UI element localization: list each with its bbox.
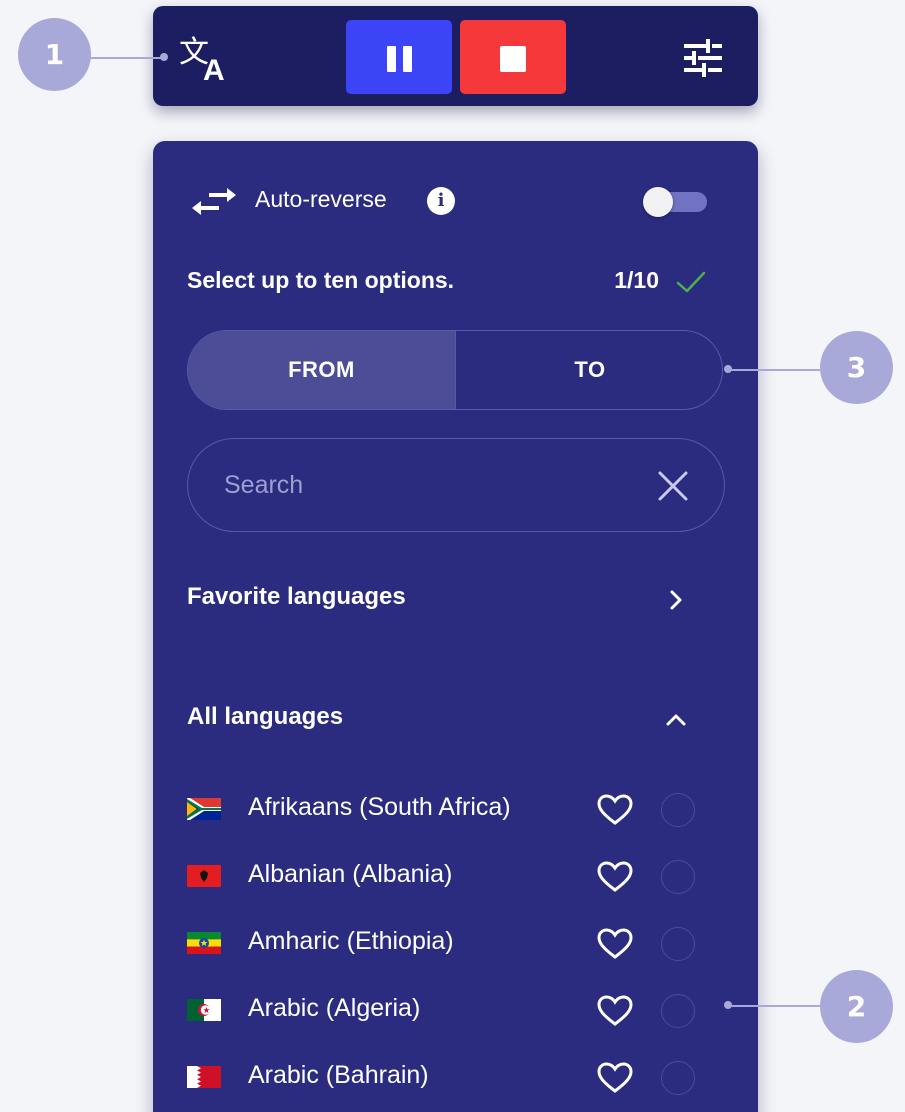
list-item[interactable]: Afrikaans (South Africa) xyxy=(187,784,717,832)
sliders-icon xyxy=(684,39,722,77)
language-name: Albanian (Albania) xyxy=(248,860,453,888)
all-languages-title: All languages xyxy=(187,703,344,730)
language-name: Arabic (Bahrain) xyxy=(248,1061,429,1089)
language-select-radio[interactable] xyxy=(661,994,695,1028)
pause-icon xyxy=(387,46,396,72)
callout-dot-1 xyxy=(160,53,168,61)
tab-from[interactable]: FROM xyxy=(188,331,456,409)
auto-reverse-label: Auto-reverse xyxy=(255,186,387,212)
heart-icon[interactable] xyxy=(597,928,633,960)
list-item[interactable]: Amharic (Ethiopia) xyxy=(187,918,717,966)
translate-button[interactable]: 文 A xyxy=(177,28,237,87)
svg-text:A: A xyxy=(203,54,225,84)
swap-arrows-icon xyxy=(192,188,236,215)
flag-bh-icon xyxy=(187,1066,221,1088)
close-icon[interactable] xyxy=(656,469,690,503)
direction-tabs: FROM TO xyxy=(187,330,723,410)
language-name: Arabic (Algeria) xyxy=(248,994,421,1022)
callout-badge-2: 2 xyxy=(820,970,893,1043)
check-icon xyxy=(676,271,706,293)
flag-al-icon xyxy=(187,865,221,887)
flag-dz-icon xyxy=(187,999,221,1021)
selection-hint: Select up to ten options. xyxy=(187,267,455,293)
pause-button[interactable] xyxy=(346,20,452,94)
language-select-radio[interactable] xyxy=(661,860,695,894)
favorite-languages-header[interactable]: Favorite languages xyxy=(187,583,717,623)
heart-icon[interactable] xyxy=(597,794,633,826)
selection-count: 1/10 xyxy=(614,267,659,293)
tab-to[interactable]: TO xyxy=(456,331,722,409)
flag-et-icon xyxy=(187,932,221,954)
heart-icon[interactable] xyxy=(597,995,633,1027)
heart-icon[interactable] xyxy=(597,861,633,893)
language-select-radio[interactable] xyxy=(661,793,695,827)
callout-dot-3 xyxy=(724,365,732,373)
auto-reverse-toggle[interactable] xyxy=(643,187,707,217)
language-select-radio[interactable] xyxy=(661,1061,695,1095)
language-select-radio[interactable] xyxy=(661,927,695,961)
stop-button[interactable] xyxy=(460,20,566,94)
language-panel: Auto-reverse i Select up to ten options.… xyxy=(153,141,758,1112)
callout-badge-3: 3 xyxy=(820,331,893,404)
toggle-knob xyxy=(643,187,673,217)
callout-leader-1 xyxy=(90,57,162,59)
stop-icon xyxy=(500,46,526,72)
callout-badge-1: 1 xyxy=(18,18,91,91)
auto-reverse-row: Auto-reverse i xyxy=(191,181,721,221)
chevron-up-icon xyxy=(666,714,686,726)
translate-icon: 文 A xyxy=(179,35,225,87)
callout-leader-2 xyxy=(728,1005,820,1007)
list-item[interactable]: Arabic (Algeria) xyxy=(187,985,717,1033)
language-name: Amharic (Ethiopia) xyxy=(248,927,454,955)
heart-icon[interactable] xyxy=(597,1062,633,1094)
info-icon[interactable]: i xyxy=(427,187,455,215)
player-toolbar: 文 A xyxy=(153,6,758,106)
language-name: Afrikaans (South Africa) xyxy=(248,793,511,821)
search-box xyxy=(187,438,725,532)
callout-dot-2 xyxy=(724,1001,732,1009)
favorite-languages-title: Favorite languages xyxy=(187,583,406,610)
search-input[interactable] xyxy=(224,461,624,509)
settings-button[interactable] xyxy=(678,36,728,80)
flag-za-icon xyxy=(187,798,221,820)
selection-row: Select up to ten options. 1/10 xyxy=(187,267,717,301)
list-item[interactable]: Arabic (Bahrain) xyxy=(187,1052,717,1100)
pause-icon-bar xyxy=(403,46,412,72)
list-item[interactable]: Albanian (Albania) xyxy=(187,851,717,899)
chevron-right-icon xyxy=(670,590,682,610)
all-languages-header[interactable]: All languages xyxy=(187,703,717,743)
callout-leader-3 xyxy=(728,369,820,371)
